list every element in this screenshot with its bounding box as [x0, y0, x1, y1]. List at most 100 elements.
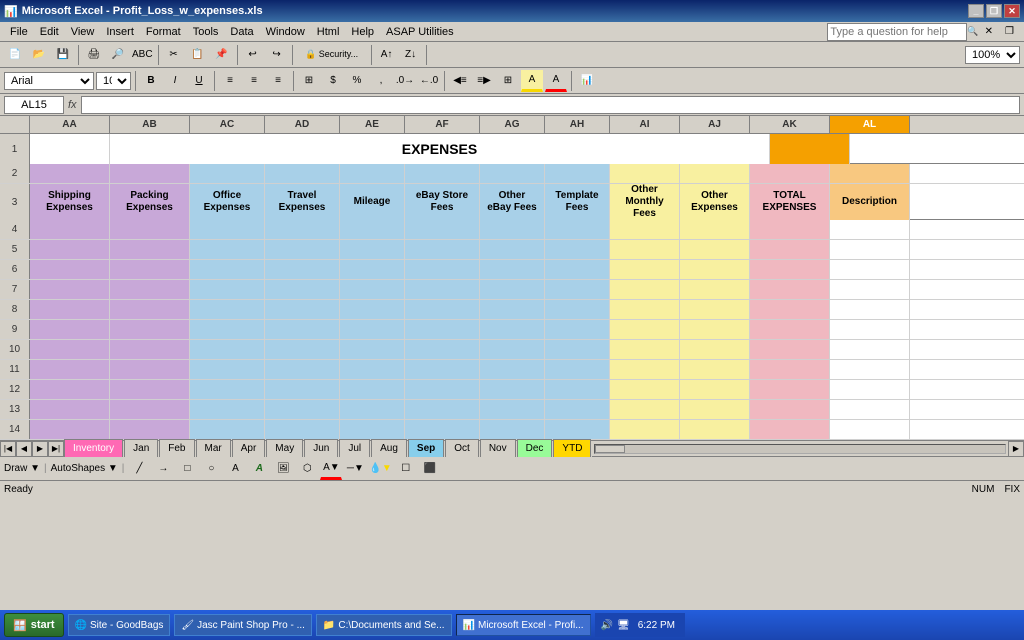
taskbar-item-goodbags[interactable]: 🌐 Site - GoodBags	[68, 614, 171, 636]
new-button[interactable]: 📄	[4, 44, 26, 66]
sheet-tab-feb[interactable]: Feb	[159, 439, 194, 457]
increase-indent-button[interactable]: ≡▶	[473, 70, 495, 92]
horizontal-scroll-track[interactable]	[594, 444, 1006, 454]
security-button[interactable]: 🔒 Security...	[297, 44, 367, 66]
row-num-4[interactable]: 4	[0, 220, 30, 239]
autoshapes-label[interactable]: AutoShapes ▼	[51, 463, 118, 474]
cell-ab-4[interactable]	[110, 220, 190, 239]
currency-button[interactable]: $	[322, 70, 344, 92]
sheet-tab-aug[interactable]: Aug	[371, 439, 407, 457]
paste-button[interactable]: 📌	[211, 44, 233, 66]
3d-tool[interactable]: ⬛	[419, 458, 441, 480]
shadow-tool[interactable]: ☐	[395, 458, 417, 480]
decrease-decimal-button[interactable]: ←.0	[418, 70, 440, 92]
sheet-tab-ytd[interactable]: YTD	[553, 439, 591, 457]
font-color-button[interactable]: A	[545, 70, 567, 92]
close-button[interactable]: ✕	[1004, 4, 1020, 18]
cell-ak-4[interactable]	[750, 220, 830, 239]
line-color-tool[interactable]: ─▼	[344, 458, 366, 480]
row-num-14[interactable]: 14	[0, 420, 30, 439]
col-header-al[interactable]: AL	[830, 116, 910, 133]
cell-aa-2[interactable]	[30, 164, 110, 183]
cell-ah-4[interactable]	[545, 220, 610, 239]
border-button[interactable]: ⊞	[497, 70, 519, 92]
row-num-2[interactable]: 2	[0, 164, 30, 183]
col-header-ad[interactable]: AD	[265, 116, 340, 133]
cell-title-span[interactable]: EXPENSES	[110, 134, 770, 164]
row-num-3[interactable]: 3	[0, 184, 30, 220]
cell-ae-2[interactable]	[340, 164, 405, 183]
sheet-tab-nov[interactable]: Nov	[480, 439, 516, 457]
arrow-tool[interactable]: →	[152, 458, 174, 480]
menu-file[interactable]: File	[4, 24, 34, 40]
cell-ai-3[interactable]: OtherMonthlyFees	[610, 184, 680, 220]
cell-ad-4[interactable]	[265, 220, 340, 239]
decrease-indent-button[interactable]: ◀≡	[449, 70, 471, 92]
col-header-af[interactable]: AF	[405, 116, 480, 133]
menu-view[interactable]: View	[65, 24, 101, 40]
cell-ac-2[interactable]	[190, 164, 265, 183]
row-num-6[interactable]: 6	[0, 260, 30, 279]
menu-html[interactable]: Html	[311, 24, 346, 40]
sheet-tab-sep[interactable]: Sep	[408, 439, 444, 457]
cell-ab-2[interactable]	[110, 164, 190, 183]
font-color-tool[interactable]: A▼	[320, 458, 342, 480]
cell-ae-4[interactable]	[340, 220, 405, 239]
increase-decimal-button[interactable]: .0→	[394, 70, 416, 92]
menu-data[interactable]: Data	[224, 24, 259, 40]
bold-button[interactable]: B	[140, 70, 162, 92]
line-tool[interactable]: ╱	[128, 458, 150, 480]
sheet-tab-apr[interactable]: Apr	[232, 439, 266, 457]
align-center-button[interactable]: ≡	[243, 70, 265, 92]
align-right-button[interactable]: ≡	[267, 70, 289, 92]
spell-check-button[interactable]: ABC	[131, 44, 154, 66]
wordart-tool[interactable]: A	[248, 458, 270, 480]
cell-al-3[interactable]: Description	[830, 184, 910, 220]
taskbar-item-excel[interactable]: 📊 Microsoft Excel - Profi...	[456, 614, 591, 636]
col-header-aj[interactable]: AJ	[680, 116, 750, 133]
menu-insert[interactable]: Insert	[100, 24, 140, 40]
taskbar-item-paintshop[interactable]: 🖌 Jasc Paint Shop Pro - ...	[174, 614, 312, 636]
sheet-tab-jun[interactable]: Jun	[304, 439, 338, 457]
sheet-tab-jul[interactable]: Jul	[339, 439, 370, 457]
cell-ah-2[interactable]	[545, 164, 610, 183]
cell-title[interactable]	[30, 134, 110, 164]
sheet-tab-inventory[interactable]: Inventory	[64, 439, 123, 457]
align-left-button[interactable]: ≡	[219, 70, 241, 92]
cell-aj-2[interactable]	[680, 164, 750, 183]
underline-button[interactable]: U	[188, 70, 210, 92]
volume-icon[interactable]: 🔊	[601, 620, 613, 631]
italic-button[interactable]: I	[164, 70, 186, 92]
comma-button[interactable]: ,	[370, 70, 392, 92]
menu-restore-btn[interactable]: ❐	[999, 24, 1020, 39]
help-search-icon[interactable]: 🔍	[967, 26, 978, 37]
scroll-left[interactable]: ◀	[16, 441, 32, 457]
col-header-ak[interactable]: AK	[750, 116, 830, 133]
menu-window[interactable]: Window	[260, 24, 311, 40]
clipart-tool[interactable]: 🖼	[272, 458, 294, 480]
col-header-ah[interactable]: AH	[545, 116, 610, 133]
start-button[interactable]: 🪟 start	[4, 613, 64, 637]
cell-ak-2[interactable]	[750, 164, 830, 183]
merge-center-button[interactable]: ⊞	[298, 70, 320, 92]
col-header-ac[interactable]: AC	[190, 116, 265, 133]
font-size-dropdown[interactable]: 10 8 12 14	[96, 72, 131, 90]
row-num-7[interactable]: 7	[0, 280, 30, 299]
rectangle-tool[interactable]: □	[176, 458, 198, 480]
cell-ae-3[interactable]: Mileage	[340, 184, 405, 220]
cell-ac-3[interactable]: OfficeExpenses	[190, 184, 265, 220]
scroll-right[interactable]: ▶	[32, 441, 48, 457]
cell-af-4[interactable]	[405, 220, 480, 239]
sort-asc-button[interactable]: A↑	[376, 44, 398, 66]
cell-ad-3[interactable]: TravelExpenses	[265, 184, 340, 220]
open-button[interactable]: 📂	[28, 44, 50, 66]
col-header-ai[interactable]: AI	[610, 116, 680, 133]
fill-color-button[interactable]: A	[521, 70, 543, 92]
row-num-5[interactable]: 5	[0, 240, 30, 259]
font-family-dropdown[interactable]: Arial	[4, 72, 94, 90]
cell-ai-4[interactable]	[610, 220, 680, 239]
window-controls[interactable]: _ ❐ ✕	[968, 4, 1020, 18]
scroll-left-first[interactable]: |◀	[0, 441, 16, 457]
menu-tools[interactable]: Tools	[187, 24, 225, 40]
chart-button[interactable]: 📊	[576, 70, 598, 92]
